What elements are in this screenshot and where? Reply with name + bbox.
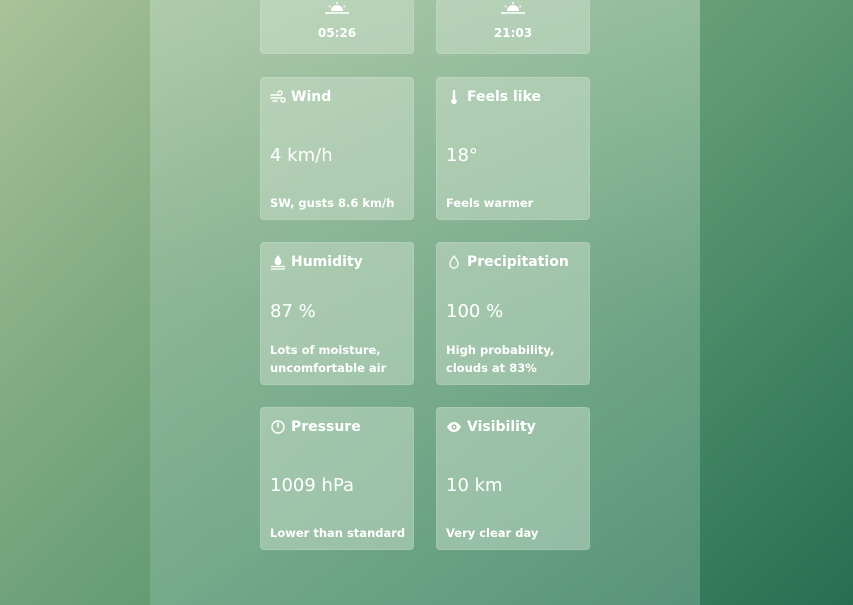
- visibility-title: Visibility: [467, 419, 536, 435]
- sunset-time: 21:03: [493, 26, 533, 40]
- precipitation-title: Precipitation: [467, 254, 569, 270]
- eye-icon: [447, 422, 461, 432]
- sunset-card: 21:03: [436, 0, 590, 54]
- precipitation-card-header: Precipitation: [446, 252, 569, 272]
- sunset-icon: [501, 2, 525, 14]
- feels-like-value: 18°: [446, 145, 478, 166]
- humidity-title: Humidity: [291, 254, 363, 270]
- wind-value: 4 km/h: [270, 145, 333, 166]
- precipitation-description: High probability, clouds at 83%: [446, 343, 555, 375]
- weather-details-panel: [150, 0, 700, 605]
- feels-like-description: Feels warmer: [446, 196, 534, 210]
- droplet-icon: [449, 254, 459, 269]
- wind-card-header: Wind: [270, 87, 331, 107]
- humidity-card-header: Humidity: [270, 252, 363, 272]
- feels-like-title: Feels like: [467, 89, 542, 105]
- precipitation-value: 100 %: [446, 301, 504, 322]
- pressure-description: Lower than standard: [270, 526, 406, 540]
- wind-description: SW, gusts 8.6 km/h: [270, 196, 395, 210]
- wind-title: Wind: [291, 89, 332, 105]
- wind-card: Wind 4 km/h SW, gusts 8.6 km/h: [260, 77, 414, 220]
- wind-icon: [270, 90, 286, 103]
- visibility-description: Very clear day: [446, 526, 539, 540]
- humidity-icon: [271, 255, 285, 270]
- pressure-value: 1009 hPa: [270, 475, 355, 496]
- sunrise-icon: [325, 2, 349, 14]
- feels-like-card-header: Feels like: [446, 87, 541, 107]
- pressure-title: Pressure: [291, 419, 361, 435]
- visibility-value: 10 km: [446, 475, 503, 496]
- sunrise-time: 05:26: [317, 26, 357, 40]
- sunrise-card: 05:26: [260, 0, 414, 54]
- humidity-description: Lots of moisture, uncomfortable air: [270, 343, 387, 375]
- visibility-card-header: Visibility: [446, 417, 536, 437]
- precipitation-card: Precipitation 100 % High probability, cl…: [436, 242, 590, 385]
- visibility-card: Visibility 10 km Very clear day: [436, 407, 590, 550]
- pressure-card-header: Pressure: [270, 417, 361, 437]
- humidity-card: Humidity 87 % Lots of moisture, uncomfor…: [260, 242, 414, 385]
- gauge-icon: [271, 420, 285, 434]
- feels-like-card: Feels like 18° Feels warmer: [436, 77, 590, 220]
- thermometer-icon: [451, 90, 457, 105]
- pressure-card: Pressure 1009 hPa Lower than standard: [260, 407, 414, 550]
- humidity-value: 87 %: [270, 301, 316, 322]
